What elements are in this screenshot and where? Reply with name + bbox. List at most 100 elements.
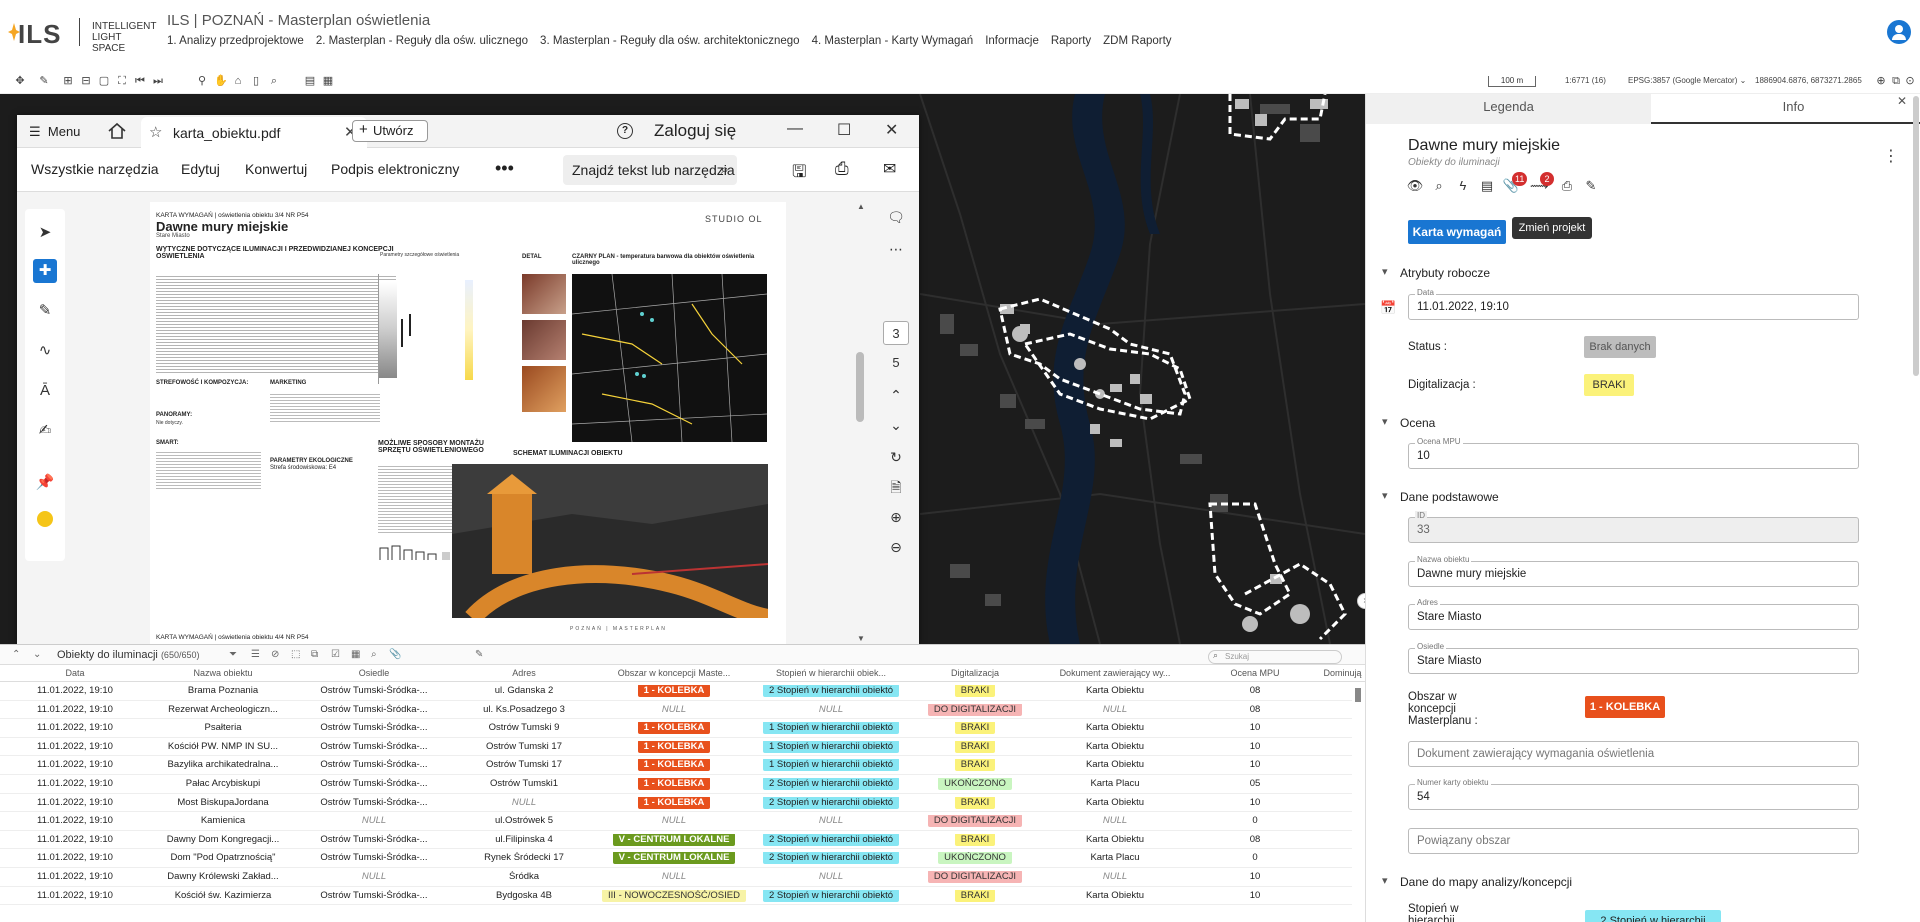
more-icon[interactable]: ⋯: [883, 237, 909, 261]
pdf-search-box[interactable]: Znajdź tekst lub narzędzia ⌕: [563, 155, 737, 185]
table-scroll-thumb[interactable]: [1355, 688, 1361, 702]
comments-icon[interactable]: 🗨: [883, 205, 909, 229]
table-row[interactable]: 11.01.2022, 19:10 Dom "Pod Opatrznością" O…: [0, 849, 1352, 868]
filter-icon[interactable]: ⏷: [229, 649, 237, 660]
table-row[interactable]: 11.01.2022, 19:10 Bazylika archikatedraln…: [0, 756, 1352, 775]
panel-scrollbar[interactable]: [1911, 94, 1920, 922]
select-all-icon[interactable]: ⧉: [311, 649, 318, 660]
nav-raporty[interactable]: Raporty: [1051, 35, 1091, 47]
nav-zdm-raporty[interactable]: ZDM Raporty: [1103, 35, 1171, 47]
rotate-icon[interactable]: ↻: [883, 445, 909, 469]
close-window-icon[interactable]: ✕: [885, 120, 898, 140]
table-search-input[interactable]: Szukaj: [1208, 650, 1342, 664]
table-row[interactable]: 11.01.2022, 19:10 Dawny Królewski Zakład.…: [0, 868, 1352, 887]
tool-all[interactable]: Wszystkie narzędzia: [31, 161, 159, 177]
table-row[interactable]: 11.01.2022, 19:10 Kościół św. Kazimierza O…: [0, 887, 1352, 906]
help-icon[interactable]: ?: [617, 123, 633, 139]
page-info-icon[interactable]: 🗎: [883, 475, 909, 499]
adres-field[interactable]: Adres Stare Miasto: [1408, 598, 1859, 630]
osiedle-field[interactable]: Osiedle Stare Miasto: [1408, 642, 1859, 674]
prev-page-icon[interactable]: ⌃: [883, 383, 909, 407]
visibility-icon[interactable]: 👁: [1406, 177, 1424, 195]
pdf-scroll-thumb[interactable]: [856, 352, 864, 422]
sign-tool-icon[interactable]: ✍: [33, 419, 57, 443]
nav-reguly-architektoniczne[interactable]: 3. Masterplan - Reguły dla ośw. architek…: [540, 35, 800, 47]
zoom-out-pdf-icon[interactable]: ⊖: [883, 535, 909, 559]
data-field[interactable]: Data 11.01.2022, 19:10: [1408, 288, 1859, 320]
collapse-up-icon[interactable]: ⌃: [12, 649, 20, 660]
next-extent-icon[interactable]: ⏭: [152, 75, 164, 87]
pdf-menu-button[interactable]: ☰ Menu: [29, 124, 80, 140]
table-row[interactable]: 11.01.2022, 19:10 Brama Poznania Ostrów Tu…: [0, 682, 1352, 701]
table-row[interactable]: 11.01.2022, 19:10 Kościół PW. NMP IN SU..…: [0, 738, 1352, 757]
mobile-tool-icon[interactable]: ▯: [250, 75, 262, 87]
pin-tool-icon[interactable]: ⚲: [196, 75, 208, 87]
pdf-tab[interactable]: ☆ karta_obiektu.pdf ✕: [141, 117, 367, 148]
login-button[interactable]: Zaloguj się: [654, 121, 736, 141]
dokument-field[interactable]: Dokument zawierający wymagania oświetlen…: [1408, 741, 1859, 767]
section-atrybuty-robocze[interactable]: Atrybuty robocze: [1382, 265, 1490, 280]
nav-karty-wymagan[interactable]: 4. Masterplan - Karty Wymagań: [812, 35, 974, 47]
col-osiedle[interactable]: Osiedle: [296, 668, 452, 678]
edit-table-icon[interactable]: ✎: [475, 649, 483, 660]
table-row[interactable]: 11.01.2022, 19:10 Most BiskupaJordana Ostr…: [0, 794, 1352, 813]
calendar-icon[interactable]: 📅: [1380, 300, 1396, 316]
table-row[interactable]: 11.01.2022, 19:10 Rezerwat Archeologiczn.…: [0, 701, 1352, 720]
text-tool-icon[interactable]: Ā: [33, 379, 57, 403]
export-map-icon[interactable]: ▦: [322, 75, 334, 87]
nav-reguly-uliczne[interactable]: 2. Masterplan - Reguły dla ośw. uliczneg…: [316, 35, 528, 47]
nazwa-obiektu-field[interactable]: Nazwa obiektu Dawne mury miejskie: [1408, 555, 1859, 587]
measure-tool-icon[interactable]: ✋: [214, 75, 228, 87]
new-tab-button[interactable]: Utwórz: [352, 120, 428, 142]
crs-select[interactable]: EPSG:3857 (Google Mercator) ⌄: [1628, 76, 1746, 85]
tab-info[interactable]: Info: [1651, 94, 1920, 124]
attach-icon[interactable]: 📎: [389, 649, 401, 660]
nav-analizy[interactable]: 1. Analizy przedprojektowe: [167, 35, 304, 47]
edit-icon[interactable]: ✎: [1582, 177, 1600, 195]
next-page-icon[interactable]: ⌄: [883, 413, 909, 437]
page-current[interactable]: 3: [883, 321, 909, 345]
zoom-box-icon[interactable]: ⛶: [116, 75, 128, 87]
user-avatar-icon[interactable]: [1887, 20, 1911, 44]
status-chip[interactable]: Brak danych: [1584, 336, 1656, 358]
comment-icon[interactable]: ▤: [1478, 177, 1496, 195]
more-options-icon[interactable]: ⋮: [1883, 146, 1899, 166]
draw-tool-icon[interactable]: ✎: [38, 75, 50, 87]
ils-logo[interactable]: ILS INTELLIGENT LIGHT SPACE: [8, 16, 156, 54]
prev-extent-icon[interactable]: ⏮: [134, 75, 146, 87]
zoom-selection-icon[interactable]: ⌕: [371, 649, 377, 660]
filter-list-icon[interactable]: ☰: [251, 649, 260, 660]
select-cursor-icon[interactable]: ➤: [33, 221, 57, 245]
col-nazwa[interactable]: Nazwa obiektu: [150, 668, 296, 678]
pdf-scrollbar[interactable]: ▲ ▼: [853, 202, 867, 645]
tool-edit[interactable]: Edytuj: [181, 161, 220, 177]
table-row[interactable]: 11.01.2022, 19:10 Psałteria Ostrów Tumski-…: [0, 719, 1352, 738]
numer-karty-field[interactable]: Numer karty obiektu 54: [1408, 778, 1859, 810]
karta-wymagan-button[interactable]: Karta wymagań: [1408, 220, 1506, 244]
col-data[interactable]: Data: [0, 668, 150, 678]
area-tool-icon[interactable]: ⌂: [232, 75, 244, 87]
email-icon[interactable]: ✉: [883, 159, 896, 179]
col-dominuje[interactable]: Dominują: [1320, 668, 1365, 678]
collapse-down-icon[interactable]: ⌄: [33, 649, 41, 660]
table-row[interactable]: 11.01.2022, 19:10 Kamienica NULL ul.Ostrówe…: [0, 812, 1352, 831]
print-icon[interactable]: ⎙: [835, 159, 849, 179]
zoom-out-icon[interactable]: ⊟: [80, 75, 92, 87]
col-obszar[interactable]: Obszar w koncepcji Maste...: [596, 668, 752, 678]
save-icon[interactable]: 🖫: [792, 159, 806, 188]
locate-icon[interactable]: ⊕: [1875, 75, 1887, 87]
zoom-to-icon[interactable]: ⌕: [1430, 177, 1448, 195]
nav-informacje[interactable]: Informacje: [985, 35, 1039, 47]
obszar-chip[interactable]: 1 - KOLEBKA: [1585, 696, 1665, 718]
scale-ratio[interactable]: 1:6771 (16): [1565, 76, 1606, 85]
table-row[interactable]: 11.01.2022, 19:10 Pałac Arcybiskupi Ostrów…: [0, 775, 1352, 794]
star-icon[interactable]: ☆: [149, 123, 162, 141]
attachment-icon[interactable]: 📎 11: [1502, 172, 1528, 195]
search-map-icon[interactable]: ⌕: [268, 75, 280, 87]
comment-tool-icon[interactable]: ✚: [33, 259, 57, 283]
freehand-icon[interactable]: ∿: [33, 339, 57, 363]
table-row[interactable]: 11.01.2022, 19:10 Dawny Dom Kongregacji..…: [0, 831, 1352, 850]
color-picker-icon[interactable]: [33, 507, 57, 531]
select-tool-icon[interactable]: ✥: [14, 75, 26, 87]
section-dane-analizy[interactable]: Dane do mapy analizy/koncepcji: [1382, 874, 1572, 889]
